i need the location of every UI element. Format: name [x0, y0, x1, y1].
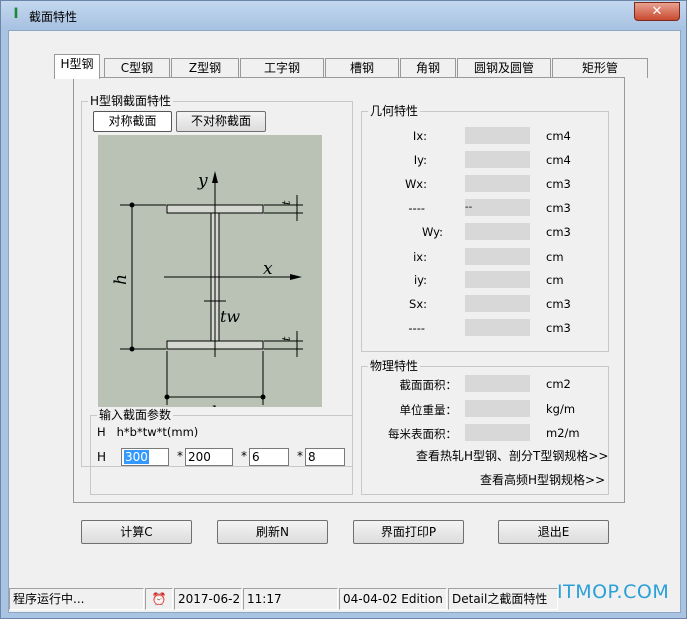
sep-3: * — [297, 449, 303, 463]
tw-input[interactable]: 6 — [249, 448, 289, 466]
physical-label: 截面面积： — [399, 378, 458, 392]
status-edition: 04-04-02 Edition — [339, 588, 447, 610]
asymmetric-button[interactable]: 不对称截面 — [176, 111, 266, 132]
diagram-x-label: x — [263, 259, 273, 279]
watermark-logo: ITMOP.COM — [557, 581, 670, 603]
window-title: 截面特性 — [29, 10, 78, 24]
title-bar: I 截面特性 ✕ — [1, 1, 686, 29]
geometry-title: 几何特性 — [368, 104, 421, 118]
physical-value — [465, 424, 530, 441]
row-prefix: H — [97, 450, 107, 464]
exit-button[interactable]: 退出E — [498, 520, 609, 544]
refresh-button[interactable]: 刷新N — [217, 520, 328, 544]
status-detail: Detail之截面特性 — [448, 588, 558, 610]
status-time: 11:17 — [243, 588, 338, 610]
geometry-label: ix: — [413, 250, 427, 264]
print-button[interactable]: 界面打印P — [353, 520, 464, 544]
formula-prefix: H — [97, 425, 106, 439]
formula-line: H h*b*tw*t(mm) — [97, 425, 198, 439]
geometry-unit: cm3 — [546, 297, 571, 311]
physical-unit: m2/m — [546, 426, 580, 440]
diagram-tw-label: tw — [220, 307, 240, 326]
physical-unit: kg/m — [546, 402, 576, 416]
geometry-label: Wx: — [404, 177, 427, 191]
b-input[interactable]: 200 — [185, 448, 233, 466]
tab-z-steel[interactable]: Z型钢 — [171, 58, 239, 78]
tab-i-beam[interactable]: 工字钢 — [240, 58, 324, 78]
diagram-b-label: b — [211, 403, 222, 407]
geometry-unit: cm3 — [546, 225, 571, 239]
sep-2: * — [241, 449, 247, 463]
diagram-y-label: y — [197, 171, 208, 191]
tab-round-pipe[interactable]: 圆钢及圆管 — [457, 58, 551, 78]
close-button[interactable]: ✕ — [634, 2, 680, 21]
tab-rect-tube[interactable]: 矩形管 — [552, 58, 648, 78]
status-running: 程序运行中... — [9, 588, 144, 610]
diagram-h-label: h — [111, 274, 131, 285]
app-icon: I — [13, 6, 19, 22]
tab-h-steel[interactable]: H型钢 — [54, 54, 100, 79]
physical-value — [465, 375, 530, 392]
geometry-unit: cm4 — [546, 129, 571, 143]
sep-1: * — [177, 449, 183, 463]
geometry-value — [465, 223, 530, 240]
geometry-unit: cm3 — [546, 177, 571, 191]
hot-rolled-spec-link[interactable]: 查看热轧H型钢、剖分T型钢规格>> — [416, 447, 608, 464]
geometry-value — [465, 271, 530, 288]
geometry-label: Iy: — [413, 153, 427, 167]
geometry-label: Wy: — [421, 225, 443, 239]
physical-label: 每米表面积： — [388, 427, 457, 441]
input-params-title: 输入截面参数 — [97, 408, 174, 422]
diagram-t-bottom-label: t — [280, 336, 293, 341]
physical-unit: cm2 — [546, 377, 571, 391]
client-area: H型钢 C型钢 Z型钢 工字钢 槽钢 角钢 圆钢及圆管 矩形管 H型钢截面特性 … — [8, 30, 681, 613]
geometry-value — [465, 248, 530, 265]
geometry-value: -- — [465, 199, 530, 216]
geometry-label: iy: — [413, 273, 427, 287]
h-input-value: 300 — [124, 450, 149, 464]
high-freq-spec-link[interactable]: 查看高频H型钢规格>> — [480, 471, 605, 488]
physical-title: 物理特性 — [368, 359, 421, 373]
geometry-unit: cm3 — [546, 321, 571, 335]
app-window: I 截面特性 ✕ H型钢 C型钢 Z型钢 工字钢 槽钢 角钢 圆钢及圆管 矩形管… — [0, 0, 687, 619]
physical-value — [465, 400, 530, 417]
tab-angle[interactable]: 角钢 — [400, 58, 456, 78]
tab-c-steel[interactable]: C型钢 — [104, 58, 170, 78]
tab-channel[interactable]: 槽钢 — [325, 58, 399, 78]
geometry-unit: cm — [546, 250, 564, 264]
geometry-value — [465, 319, 530, 336]
geometry-label: ---- — [408, 321, 425, 335]
geometry-value — [465, 295, 530, 312]
physical-label: 单位重量： — [399, 403, 458, 417]
geometry-label: Sx: — [409, 297, 427, 311]
geometry-value — [465, 175, 530, 192]
h-input[interactable]: 300 — [121, 448, 169, 466]
geometry-value — [465, 151, 530, 168]
geometry-unit: cm — [546, 273, 564, 287]
status-date: 2017-06-22 — [174, 588, 242, 610]
clock-icon: ⏰ — [145, 588, 173, 610]
formula-text: h*b*tw*t(mm) — [116, 425, 199, 439]
geometry-unit: cm3 — [546, 201, 571, 215]
h-section-title: H型钢截面特性 — [88, 94, 174, 108]
h-section-diagram: y x h tw b t t — [98, 135, 322, 407]
calculate-button[interactable]: 计算C — [81, 520, 192, 544]
diagram-t-top-label: t — [280, 200, 293, 205]
t-input[interactable]: 8 — [305, 448, 345, 466]
geometry-unit: cm4 — [546, 153, 571, 167]
geometry-value — [465, 127, 530, 144]
symmetric-button[interactable]: 对称截面 — [93, 111, 172, 132]
geometry-label: ---- — [408, 201, 425, 215]
geometry-label: Ix: — [412, 129, 427, 143]
